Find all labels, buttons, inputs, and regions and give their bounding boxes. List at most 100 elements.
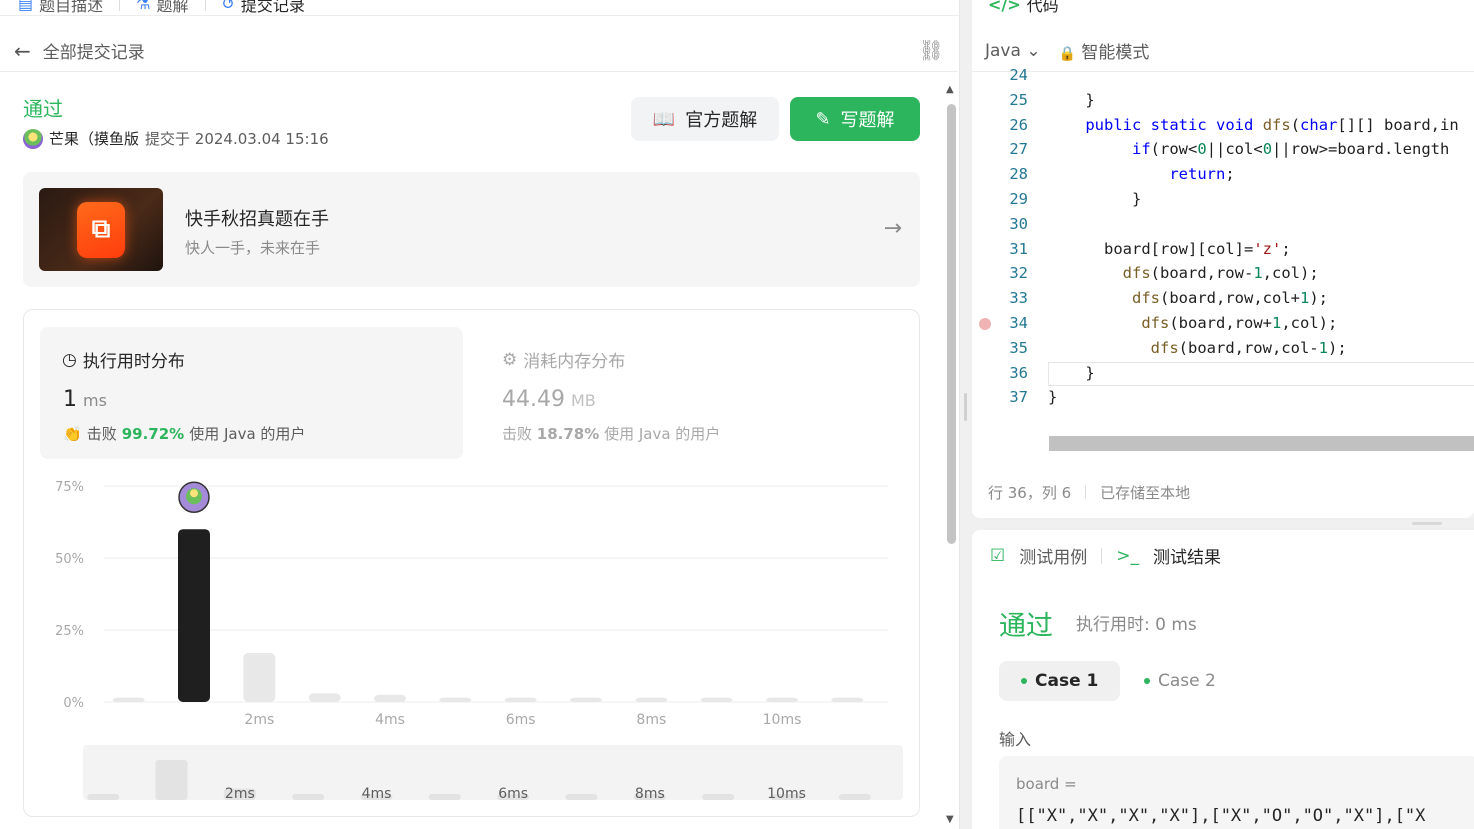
line-number: 35	[1009, 338, 1028, 357]
code-pane: </> 代码 Java ⌄ 🔒 智能模式 24 25 } 26 public sta…	[972, 0, 1474, 518]
clap-icon: 👏	[63, 424, 82, 443]
runtime-header: ◷ 执行用时分布	[62, 347, 185, 373]
chart-bar	[570, 697, 602, 702]
test-result-status: 通过	[999, 611, 1053, 642]
x-tick-label: 8ms	[636, 712, 666, 728]
code-line[interactable]: if(row<0||col<0||row>=board.length	[1048, 140, 1449, 158]
submission-status: 通过	[23, 97, 63, 121]
editor-horizontal-scrollbar[interactable]	[1049, 436, 1474, 451]
tab-solutions-label: 题解	[156, 0, 189, 15]
chart-minimap[interactable]: 2ms 4ms 6ms 8ms 10ms	[83, 745, 903, 800]
checkbox-icon: ☑	[990, 545, 1006, 566]
line-number: 27	[1009, 140, 1028, 159]
resize-grip[interactable]	[964, 393, 967, 421]
code-line[interactable]: dfs(board,row,col-1);	[1048, 339, 1347, 357]
banner-image: ⧉	[39, 188, 163, 271]
minimap-bar	[565, 794, 598, 800]
status-divider	[1085, 485, 1087, 499]
line-number: 24	[1009, 66, 1028, 84]
stats-panel: ◷ 执行用时分布 1 ms 👏 击败 99.72% 使用 Java 的用户 ⚙ 消…	[23, 309, 920, 817]
editor-panel: </> 代码 Java ⌄ 🔒 智能模式 24 25 } 26 public sta…	[972, 0, 1474, 829]
language-select[interactable]: Java ⌄	[985, 41, 1041, 61]
case-1-tab[interactable]: Case 1	[999, 661, 1121, 701]
vertical-resize-handle[interactable]	[1412, 522, 1442, 525]
chart-bar	[831, 697, 864, 702]
code-line[interactable]: dfs(board,row+1,col);	[1048, 314, 1337, 332]
chart-bar	[112, 697, 145, 702]
chart-bar	[766, 697, 798, 702]
chart-bar	[439, 697, 472, 702]
scroll-down-icon[interactable]: ▼	[946, 814, 954, 825]
book-icon: 📖	[652, 108, 676, 130]
code-line[interactable]: }	[1048, 388, 1057, 406]
avatar[interactable]	[23, 128, 43, 149]
ad-banner[interactable]: ⧉ 快手秋招真题在手 快人一手，未来在手 →	[23, 172, 920, 287]
test-pane: ☑ 测试用例 >_ 测试结果 通过 执行用时: 0 ms Case 1 Case…	[972, 530, 1474, 829]
tab-description-label: 题目描述	[39, 0, 104, 15]
case-2-tab[interactable]: Case 2	[1122, 661, 1238, 701]
line-number: 26	[1009, 115, 1028, 134]
save-status: 已存储至本地	[1100, 484, 1191, 502]
write-solution-label: 写题解	[840, 110, 895, 131]
y-tick-label: 25%	[55, 624, 84, 639]
memory-card[interactable]: ⚙ 消耗内存分布 44.49 MB 击败 18.78% 使用 Java 的用户	[502, 327, 882, 459]
runtime-beat-suffix: 使用 Java 的用户	[189, 425, 306, 443]
edit-icon: ✎	[815, 108, 831, 130]
tab-divider	[204, 0, 206, 11]
minimap-tick-label: 8ms	[635, 786, 665, 800]
breakpoint-icon[interactable]	[979, 318, 991, 330]
tab-description[interactable]: ▤ 题目描述	[18, 0, 103, 16]
code-line[interactable]: return;	[1048, 165, 1234, 183]
submitted-time: 提交于 2024.03.04 15:16	[145, 130, 329, 148]
code-line[interactable]: }	[1048, 91, 1094, 109]
left-scrollbar[interactable]: ▲ ▼	[944, 84, 959, 829]
minimap-bar	[702, 794, 735, 800]
minimap-bar	[155, 760, 188, 800]
panel-resizer[interactable]	[960, 0, 972, 829]
link-icon[interactable]: ⛓	[919, 38, 944, 62]
minimap-bar	[838, 794, 871, 800]
tab-submissions[interactable]: ↺ 提交记录	[222, 0, 305, 16]
minimap-tick-label: 4ms	[362, 786, 392, 800]
kuaishou-logo-icon: ⧉	[77, 201, 125, 258]
code-line[interactable]: public static void dfs(char[][] board,in	[1048, 116, 1458, 134]
code-line[interactable]: board[row][col]='z';	[1048, 240, 1291, 258]
avatar-marker-hair	[190, 489, 198, 498]
official-solution-button[interactable]: 📖 官方题解	[631, 97, 779, 141]
minimap-bar	[428, 794, 461, 800]
pass-dot-icon	[1144, 678, 1150, 684]
user-name[interactable]: 芒果（摸鱼版	[49, 128, 139, 149]
mode-toggle[interactable]: 🔒 智能模式	[1059, 38, 1150, 63]
language-label: Java	[985, 40, 1021, 61]
scroll-up-icon[interactable]: ▲	[946, 84, 954, 95]
runtime-card[interactable]: ◷ 执行用时分布 1 ms 👏 击败 99.72% 使用 Java 的用户	[40, 327, 463, 459]
code-header-label: 代码	[1026, 0, 1059, 15]
code-editor[interactable]: 24 25 } 26 public static void dfs(char[][]…	[972, 66, 1474, 418]
runtime-distribution-chart[interactable]: 75% 50% 25% 0% 2ms 4ms 6ms 8ms 10ms	[24, 470, 921, 730]
memory-beat-pct: 18.78%	[536, 425, 600, 443]
tab-testcases[interactable]: 测试用例	[1019, 543, 1087, 568]
code-line[interactable]: dfs(board,row-1,col);	[1048, 264, 1319, 282]
runtime-beat-prefix: 击败	[86, 425, 117, 443]
scroll-thumb[interactable]	[947, 104, 956, 544]
chevron-down-icon: ⌄	[1026, 40, 1041, 61]
tab-test-result[interactable]: 测试结果	[1153, 543, 1221, 568]
memory-beat-suffix: 使用 Java 的用户	[604, 425, 721, 443]
chip-icon: ⚙	[502, 349, 518, 370]
memory-number: 44.49	[502, 387, 565, 412]
code-line[interactable]: dfs(board,row,col+1);	[1048, 289, 1328, 307]
document-icon: ▤	[18, 0, 34, 13]
tab-solutions[interactable]: ⚗ 题解	[136, 0, 188, 16]
arrow-right-icon[interactable]: →	[884, 216, 902, 241]
chart-bar	[504, 697, 537, 702]
case-2-label: Case 2	[1158, 671, 1216, 691]
input-box[interactable]: board = [["X","X","X","X"],["X","O","O",…	[999, 756, 1474, 829]
code-line[interactable]: }	[1048, 190, 1141, 208]
memory-unit: MB	[570, 391, 596, 410]
back-arrow-icon[interactable]: ←	[14, 39, 31, 63]
back-label[interactable]: 全部提交记录	[43, 38, 145, 63]
write-solution-button[interactable]: ✎ 写题解	[790, 97, 920, 141]
input-key: board =	[1016, 775, 1077, 793]
code-icon: </>	[988, 0, 1021, 14]
tab-submissions-label: 提交记录	[240, 0, 305, 15]
